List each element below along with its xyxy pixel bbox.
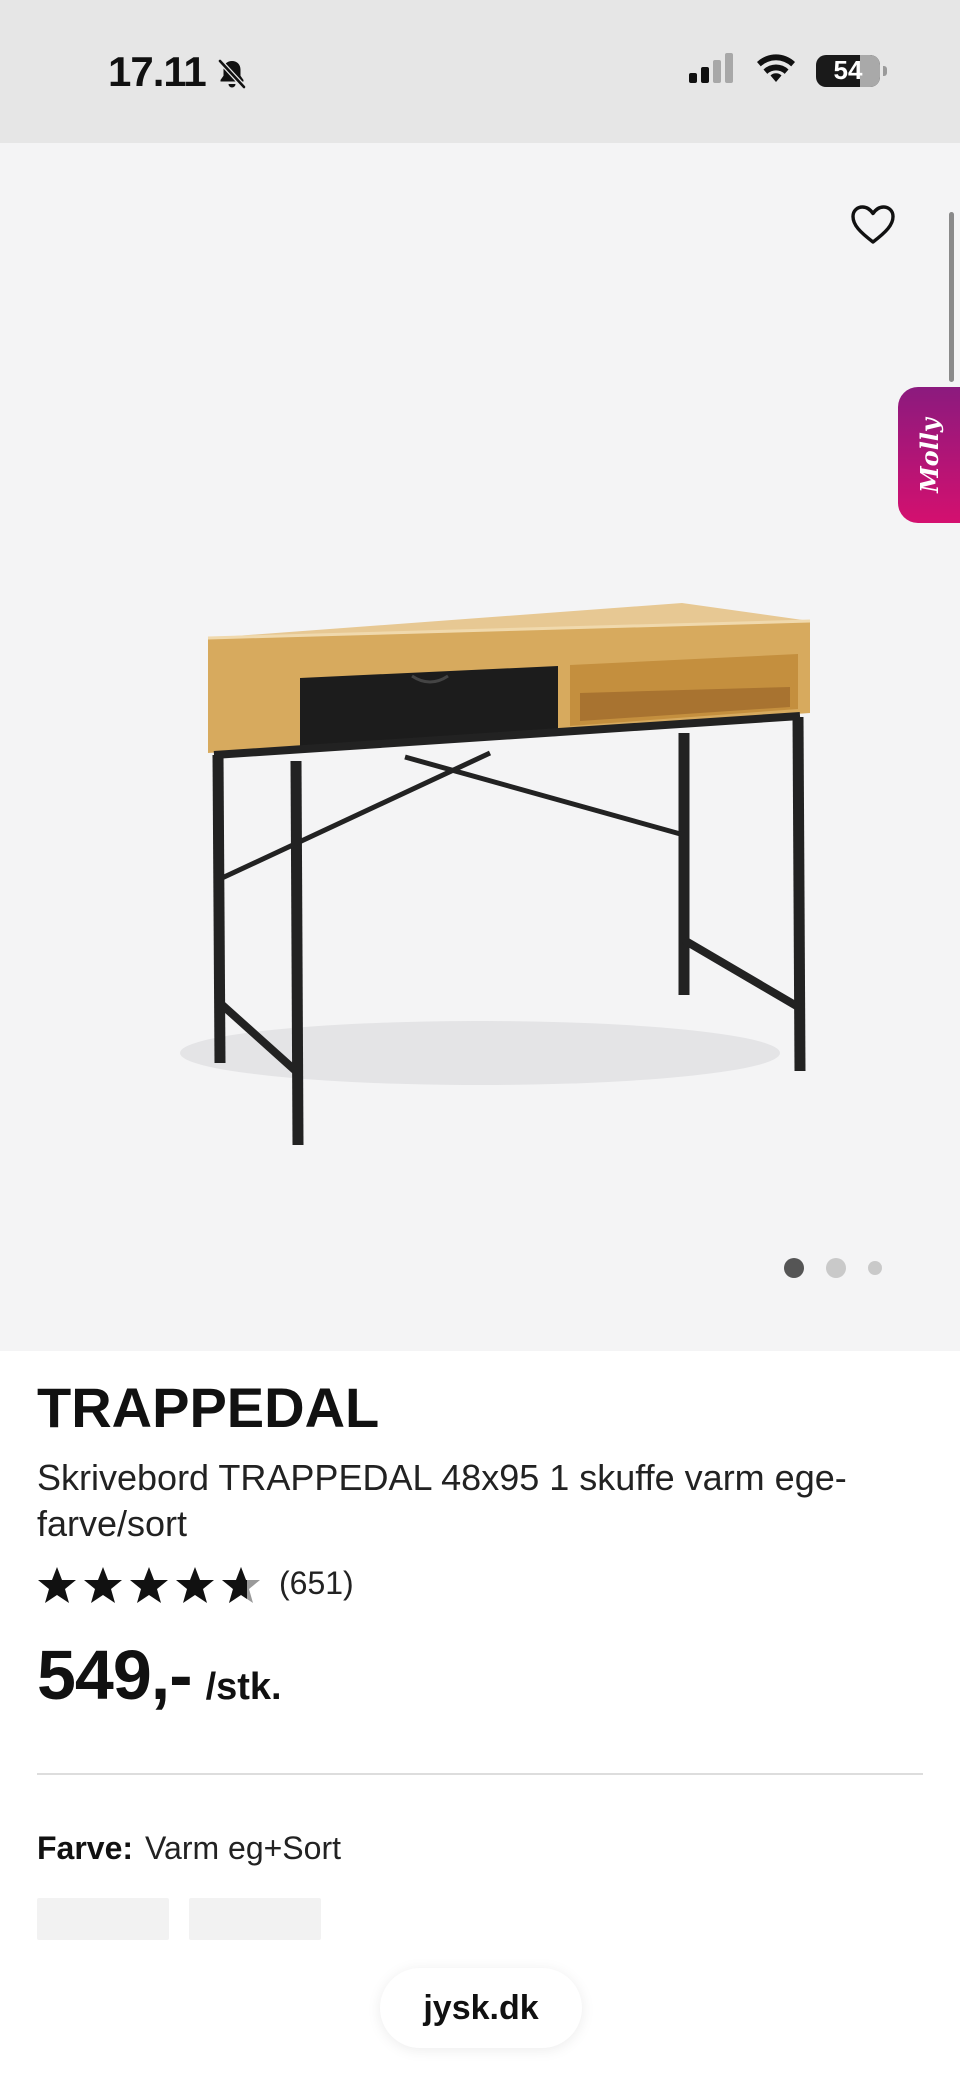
chat-widget-label: Molly: [914, 417, 944, 493]
star-half-icon: [222, 1567, 260, 1603]
image-pagination: [784, 1258, 882, 1278]
divider: [37, 1773, 923, 1775]
product-image-gallery[interactable]: Molly: [0, 143, 960, 1351]
product-name: Skrivebord TRAPPEDAL 48x95 1 skuffe varm…: [37, 1457, 847, 1544]
pagination-dot-1[interactable]: [784, 1258, 804, 1278]
star-full-icon: [84, 1567, 122, 1603]
cellular-signal-icon: [688, 52, 736, 89]
status-icons: 54: [688, 52, 887, 89]
bell-slash-icon: [214, 54, 250, 90]
product-brand: TRAPPEDAL: [37, 1376, 380, 1439]
product-rating[interactable]: (651): [37, 1565, 354, 1605]
battery-level: 54: [833, 55, 863, 85]
battery-icon: 54: [816, 54, 887, 87]
price-value: 549,-: [37, 1636, 193, 1714]
star-full-icon: [38, 1567, 76, 1603]
color-value: Varm eg+Sort: [145, 1830, 341, 1866]
url-text: jysk.dk: [423, 1988, 539, 2027]
chat-widget-molly[interactable]: Molly: [898, 387, 960, 523]
star-full-icon: [176, 1567, 214, 1603]
color-option: Farve: Varm eg+Sort: [37, 1830, 341, 1867]
rating-count[interactable]: (651): [279, 1565, 354, 1602]
color-swatch-1[interactable]: [37, 1898, 169, 1940]
pagination-dot-2[interactable]: [826, 1258, 846, 1278]
color-label: Farve:: [37, 1830, 134, 1866]
color-swatches: [37, 1898, 321, 1940]
clock-text: 17.11: [108, 48, 207, 95]
heart-icon: [851, 205, 895, 244]
status-bar: 17.11 54: [0, 0, 960, 143]
color-swatch-2[interactable]: [189, 1898, 321, 1940]
star-full-icon: [130, 1567, 168, 1603]
scrollbar[interactable]: [949, 212, 954, 382]
favorite-button[interactable]: [848, 200, 898, 250]
browser-url-bar[interactable]: jysk.dk: [380, 1968, 582, 2048]
status-time: 17.11: [108, 48, 250, 96]
product-image[interactable]: [150, 583, 830, 1163]
product-price: 549,- /stk.: [37, 1635, 282, 1715]
pagination-dot-3[interactable]: [868, 1261, 882, 1275]
wifi-icon: [754, 52, 798, 89]
price-unit: /stk.: [205, 1666, 282, 1708]
